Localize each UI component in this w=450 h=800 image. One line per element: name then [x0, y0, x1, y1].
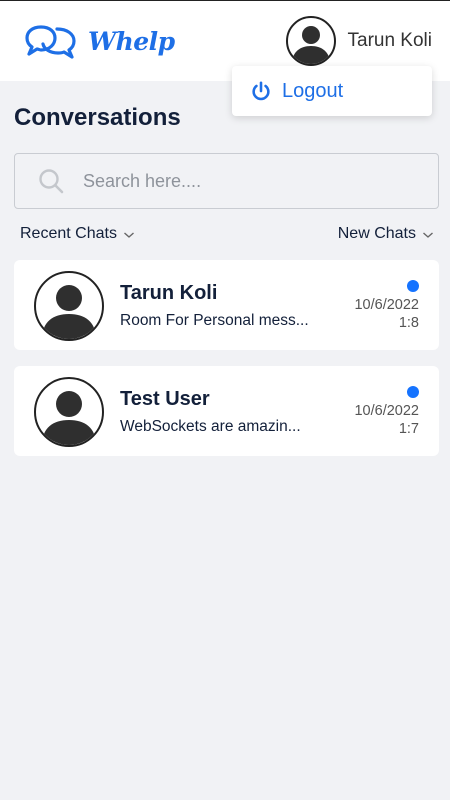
- logout-button[interactable]: Logout: [232, 66, 432, 116]
- search-input[interactable]: [83, 154, 423, 208]
- header-user-name: Tarun Koli: [347, 30, 433, 51]
- logout-label: Logout: [282, 79, 344, 102]
- chat-bubbles-logo-icon: [25, 25, 76, 59]
- recent-chats-filter[interactable]: Recent Chats: [20, 225, 135, 243]
- new-chats-filter[interactable]: New Chats: [338, 225, 434, 243]
- search-icon: [39, 169, 64, 194]
- page-title: Conversations: [14, 104, 181, 131]
- unread-indicator: [407, 280, 419, 292]
- conversation-name: Test User: [120, 388, 210, 410]
- new-chats-label: New Chats: [337, 225, 416, 242]
- avatar-icon: [34, 377, 104, 447]
- conversation-name: Tarun Koli: [120, 282, 218, 304]
- conversation-time: 1:7: [398, 421, 419, 437]
- app-name: Whelp: [88, 26, 175, 56]
- search-box: [14, 153, 439, 209]
- app-logo[interactable]: Whelp: [24, 23, 175, 59]
- avatar-icon: [34, 271, 104, 341]
- chevron-down-icon: [123, 232, 134, 238]
- conversation-date: 10/6/2022: [354, 297, 419, 313]
- user-menu-toggle[interactable]: Tarun Koli: [285, 16, 433, 66]
- unread-indicator: [407, 386, 419, 398]
- conversation-last-message: WebSockets are amazin...: [120, 418, 301, 435]
- conversation-last-message: Room For Personal mess...: [120, 312, 309, 329]
- recent-chats-label: Recent Chats: [20, 225, 117, 242]
- conversation-time: 1:8: [398, 315, 419, 331]
- power-icon: [252, 81, 270, 101]
- conversation-date: 10/6/2022: [354, 403, 419, 419]
- chevron-down-icon: [423, 232, 433, 238]
- conversation-item[interactable]: Tarun Koli Room For Personal mess... 10/…: [14, 260, 439, 350]
- avatar-icon: [285, 16, 336, 66]
- conversation-item[interactable]: Test User WebSockets are amazin... 10/6/…: [14, 366, 439, 456]
